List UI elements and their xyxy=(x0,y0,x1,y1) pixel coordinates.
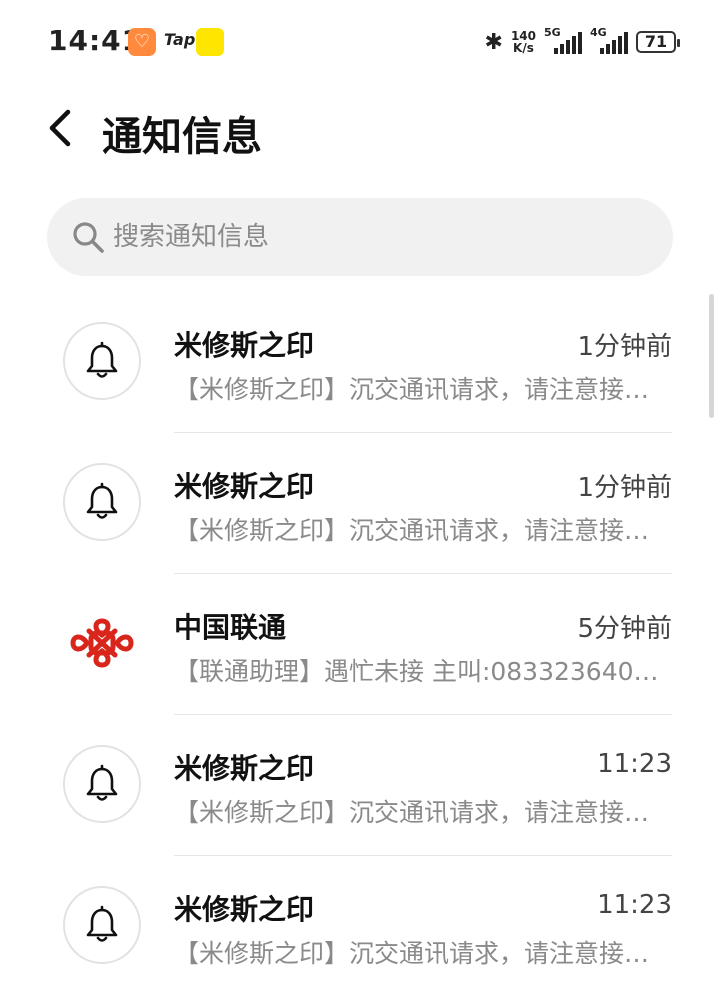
notification-time: 1分钟前 xyxy=(577,473,672,503)
notification-preview: 【联通助理】遇忙未接 主叫:083323640… xyxy=(174,657,659,686)
notification-preview: 【米修斯之印】沉交通讯请求，请注意接… xyxy=(174,939,650,968)
search-bar[interactable] xyxy=(47,198,673,276)
scrollbar-thumb[interactable] xyxy=(709,294,714,418)
battery-icon: 71 xyxy=(636,31,680,53)
notification-item[interactable]: 中国联通 5分钟前 【联通助理】遇忙未接 主叫:083323640… xyxy=(0,574,720,715)
notification-item[interactable]: 米修斯之印 11:23 【米修斯之印】沉交通讯请求，请注意接… xyxy=(0,856,720,997)
back-arrow-icon[interactable] xyxy=(40,106,84,150)
tap-app-icon: Tap xyxy=(164,30,196,49)
page-title: 通知信息 xyxy=(102,114,262,160)
bell-icon xyxy=(63,322,141,400)
status-bar: 14:41 ♡ Tap ✱ 140 K/s 5G 4G 71 xyxy=(0,0,720,84)
china-unicom-logo-icon xyxy=(63,604,141,682)
bell-icon xyxy=(63,463,141,541)
signal-5g-icon: 5G xyxy=(544,26,582,54)
notification-time: 5分钟前 xyxy=(577,614,672,644)
notification-title: 米修斯之印 xyxy=(174,329,315,362)
yellow-app-icon xyxy=(196,28,224,56)
notification-time: 1分钟前 xyxy=(577,332,672,362)
notification-title: 米修斯之印 xyxy=(174,470,315,503)
bell-icon xyxy=(63,886,141,964)
network-speed: 140 K/s xyxy=(511,30,536,54)
notification-time: 11:23 xyxy=(597,890,672,920)
notification-list: 米修斯之印 1分钟前 【米修斯之印】沉交通讯请求，请注意接… 米修斯之印 1分钟… xyxy=(0,292,720,997)
notification-time: 11:23 xyxy=(597,749,672,779)
network-speed-unit: K/s xyxy=(513,41,534,55)
signal-5g-label: 5G xyxy=(544,26,561,39)
app-notification-icon: ♡ xyxy=(128,28,156,56)
notification-title: 米修斯之印 xyxy=(174,893,315,926)
signal-4g-label: 4G xyxy=(590,26,607,39)
notification-preview: 【米修斯之印】沉交通讯请求，请注意接… xyxy=(174,375,650,404)
notification-title: 米修斯之印 xyxy=(174,752,315,785)
notification-item[interactable]: 米修斯之印 11:23 【米修斯之印】沉交通讯请求，请注意接… xyxy=(0,715,720,856)
status-indicators: ✱ 140 K/s 5G 4G 71 xyxy=(484,26,680,58)
bell-icon xyxy=(63,745,141,823)
bluetooth-icon: ✱ xyxy=(484,29,503,55)
signal-4g-icon: 4G xyxy=(590,26,628,54)
notification-item[interactable]: 米修斯之印 1分钟前 【米修斯之印】沉交通讯请求，请注意接… xyxy=(0,292,720,433)
notification-item[interactable]: 米修斯之印 1分钟前 【米修斯之印】沉交通讯请求，请注意接… xyxy=(0,433,720,574)
notification-preview: 【米修斯之印】沉交通讯请求，请注意接… xyxy=(174,516,650,545)
notification-preview: 【米修斯之印】沉交通讯请求，请注意接… xyxy=(174,798,650,827)
search-input[interactable] xyxy=(113,198,633,276)
notification-title: 中国联通 xyxy=(174,611,287,644)
search-icon xyxy=(71,220,105,254)
